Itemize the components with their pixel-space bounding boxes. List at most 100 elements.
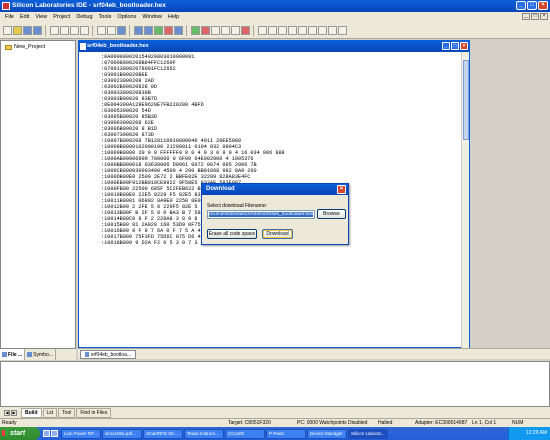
filename-value: ocuments\Eetas\Ctr04eb\srf04eb_bootloade… <box>209 212 314 217</box>
tab-symbol-view-label: Symbo... <box>33 351 53 358</box>
cut-icon[interactable] <box>50 25 59 35</box>
taskbar-item[interactable]: Device Manager <box>307 428 347 439</box>
maximize-button[interactable]: □ <box>527 1 537 10</box>
undo-icon[interactable] <box>97 25 106 35</box>
toolbar <box>0 22 550 39</box>
taskbar-item[interactable]: SmartRFB Str... <box>143 428 183 439</box>
tab-file-view-label: File ... <box>8 351 23 358</box>
document-tab[interactable]: srf04eb_bootloa... <box>80 350 137 359</box>
tab-tool[interactable]: Tool <box>58 407 76 418</box>
tab-build[interactable]: Build <box>21 407 42 418</box>
reset-icon[interactable] <box>241 25 250 35</box>
tab-file-view[interactable]: File ... <box>0 349 26 360</box>
step-icon[interactable] <box>211 25 220 35</box>
copy-icon[interactable] <box>60 25 69 35</box>
toolbar-separator <box>129 24 131 36</box>
cascade-windows-icon[interactable] <box>328 25 337 35</box>
editor-title-bar[interactable]: srf04eb_bootloader.hex _ □ × <box>79 41 469 52</box>
output-tabs: ◀ ▶ Build Lst Tool Find in Files <box>0 407 550 418</box>
registers-icon[interactable] <box>288 25 297 35</box>
stop-icon[interactable] <box>201 25 210 35</box>
folder-icon <box>5 44 12 50</box>
rebuild-icon[interactable] <box>144 25 153 35</box>
system-tray: 12:29 AM <box>508 427 550 440</box>
project-tree-item[interactable]: New_Project <box>5 44 45 50</box>
save-all-icon[interactable] <box>33 25 42 35</box>
editor-close-button[interactable]: × <box>460 42 468 50</box>
window-title: Silicon Laboratories IDE - srf04eb_bootl… <box>12 2 166 9</box>
tab-find-in-files[interactable]: Find in Files <box>76 407 112 418</box>
tile-windows-icon[interactable] <box>318 25 327 35</box>
task-buttons: Lion Power RP... simo106a.pdf... SmartRF… <box>61 428 508 439</box>
disassembly-icon[interactable] <box>308 25 317 35</box>
menu-window[interactable]: Window <box>139 14 165 20</box>
connect-icon[interactable] <box>154 25 163 35</box>
status-bar: Ready Target: C8051F320 PC: 0000 Watchpo… <box>0 418 550 427</box>
dialog-close-button[interactable]: × <box>337 185 346 194</box>
redo-icon[interactable] <box>107 25 116 35</box>
editor-title: srf04eb_bootloader.hex <box>87 43 149 49</box>
download-code-icon[interactable] <box>174 25 183 35</box>
erase-code-space-button[interactable]: Erase all code space <box>207 229 257 239</box>
window-controls: _ □ × <box>516 1 548 10</box>
scrollbar-thumb[interactable] <box>463 60 469 140</box>
menu-edit[interactable]: Edit <box>17 14 32 20</box>
dialog-title-bar[interactable]: Download × <box>202 184 348 195</box>
mdi-minimize-button[interactable]: _ <box>522 13 530 20</box>
save-icon[interactable] <box>23 25 32 35</box>
clock[interactable]: 12:29 AM <box>526 430 547 436</box>
disconnect-icon[interactable] <box>164 25 173 35</box>
symbol-view-icon <box>27 352 33 357</box>
find-icon[interactable] <box>117 25 126 35</box>
tab-symbol-view[interactable]: Symbo... <box>25 349 56 360</box>
start-button[interactable]: start <box>0 427 40 440</box>
build-icon[interactable] <box>134 25 143 35</box>
menu-file[interactable]: File <box>2 14 17 20</box>
taskbar-item[interactable]: Texas Instrum... <box>184 428 224 439</box>
open-folder-icon[interactable] <box>13 25 22 35</box>
mdi-restore-button[interactable]: □ <box>531 13 539 20</box>
tab-scroll-right-icon[interactable]: ▶ <box>11 409 17 416</box>
taskbar-item[interactable]: P-Paint <box>266 428 306 439</box>
browse-button[interactable]: Browse <box>317 209 346 219</box>
close-button[interactable]: × <box>538 1 548 10</box>
menu-help[interactable]: Help <box>165 14 182 20</box>
minimize-button[interactable]: _ <box>516 1 526 10</box>
run-to-cursor-icon[interactable] <box>231 25 240 35</box>
tab-lst[interactable]: Lst <box>42 407 58 418</box>
taskbar-item-active[interactable]: Silicon Laborat... <box>348 428 388 439</box>
help-icon[interactable] <box>338 25 347 35</box>
print-icon[interactable] <box>80 25 89 35</box>
title-bar[interactable]: Silicon Laboratories IDE - srf04eb_bootl… <box>0 0 550 12</box>
menu-project[interactable]: Project <box>50 14 73 20</box>
watch-icon[interactable] <box>278 25 287 35</box>
windows-logo-icon <box>2 430 8 436</box>
remove-breakpoints-icon[interactable] <box>268 25 277 35</box>
output-pane[interactable] <box>0 361 550 407</box>
mdi-close-button[interactable]: × <box>540 13 548 20</box>
taskbar-item[interactable]: simo106a.pdf... <box>102 428 142 439</box>
editor-vertical-scrollbar[interactable] <box>461 52 469 348</box>
memory-icon[interactable] <box>298 25 307 35</box>
filename-input[interactable]: ocuments\Eetas\Ctr04eb\srf04eb_bootloade… <box>207 210 315 219</box>
quick-launch-browser-icon[interactable] <box>43 430 50 437</box>
menu-debug[interactable]: Debug <box>73 14 95 20</box>
tab-scroll-left-icon[interactable]: ◀ <box>4 409 10 416</box>
app-icon[interactable] <box>2 2 10 10</box>
taskbar-item[interactable]: CCxx00 <box>225 428 265 439</box>
editor-minimize-button[interactable]: _ <box>442 42 450 50</box>
menu-tools[interactable]: Tools <box>96 14 115 20</box>
paste-icon[interactable] <box>70 25 79 35</box>
document-tab-label: srf04eb_bootloa... <box>91 351 132 358</box>
toolbar-separator <box>45 24 47 36</box>
new-file-icon[interactable] <box>3 25 12 35</box>
quick-launch-desktop-icon[interactable] <box>51 430 58 437</box>
step-over-icon[interactable] <box>221 25 230 35</box>
menu-options[interactable]: Options <box>114 14 139 20</box>
menu-view[interactable]: View <box>32 14 50 20</box>
breakpoint-icon[interactable] <box>258 25 267 35</box>
editor-maximize-button[interactable]: □ <box>451 42 459 50</box>
go-icon[interactable] <box>191 25 200 35</box>
taskbar-item[interactable]: Lion Power RP... <box>61 428 101 439</box>
download-button[interactable]: Download <box>262 229 293 239</box>
